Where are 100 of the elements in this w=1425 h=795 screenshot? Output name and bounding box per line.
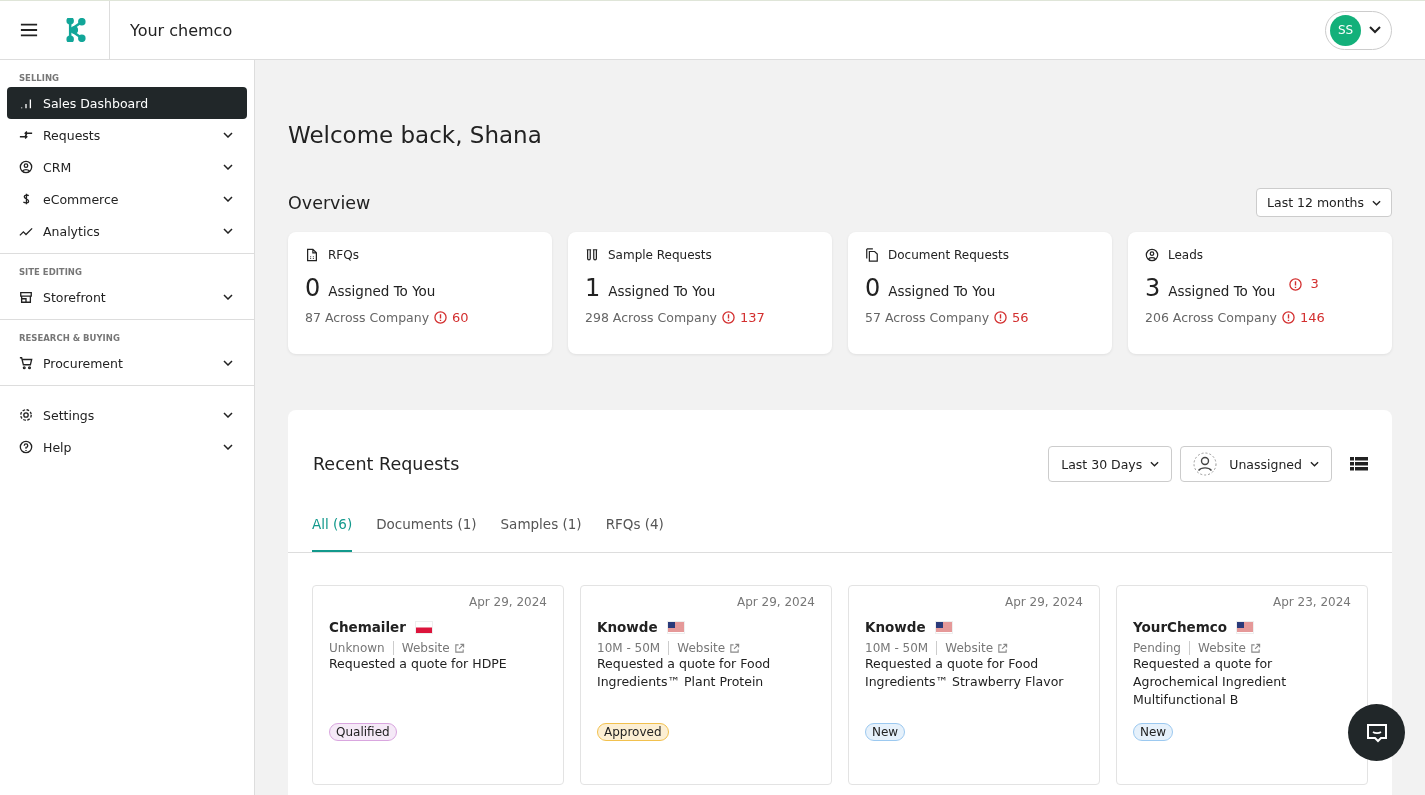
stat-label: Assigned To You bbox=[328, 283, 436, 299]
status-tag: New bbox=[1133, 723, 1174, 741]
request-date: Apr 23, 2024 bbox=[1272, 595, 1351, 609]
sidebar-item[interactable]: Sales Dashboard bbox=[7, 87, 247, 119]
chevron-down-icon bbox=[1369, 26, 1381, 34]
request-date: Apr 29, 2024 bbox=[468, 595, 547, 609]
stat-title: RFQs bbox=[328, 248, 359, 262]
stat-title: Sample Requests bbox=[608, 248, 712, 262]
request-description: Requested a quote for Food Ingredients™ Plant Protein bbox=[597, 655, 772, 691]
alert-icon bbox=[434, 311, 448, 324]
settings-icon bbox=[19, 408, 33, 422]
chevron-down-icon bbox=[1310, 461, 1319, 467]
sidebar-item[interactable]: CRM bbox=[7, 151, 247, 183]
alert-count: 146 bbox=[1300, 310, 1325, 325]
request-card[interactable]: Apr 29, 2024 Knowde 10M - 50M Website Requested a quote for Food Ingredients™ Strawberry Flavor New bbox=[848, 585, 1100, 785]
stat-title: Document Requests bbox=[888, 248, 1009, 262]
filter-tab[interactable]: All (6) bbox=[312, 502, 353, 552]
welcome-heading: Welcome back, Shana bbox=[288, 122, 543, 148]
sidebar-item[interactable]: Requests bbox=[7, 119, 247, 151]
stat-label: Assigned To You bbox=[888, 283, 996, 299]
assignee-dropdown[interactable]: Unassigned bbox=[1180, 446, 1332, 482]
company-count: 57 Across Company bbox=[865, 310, 990, 325]
stat-count: 0 bbox=[865, 274, 881, 302]
stat-card[interactable]: Sample Requests 1 Assigned To You 298 Across Company 137 bbox=[568, 232, 832, 354]
overview-heading: Overview bbox=[288, 192, 371, 213]
company-size: Pending bbox=[1133, 641, 1181, 655]
documents-icon bbox=[865, 248, 879, 262]
website-link[interactable]: Website bbox=[1198, 641, 1261, 655]
alert-icon bbox=[1282, 311, 1295, 324]
sidebar-item[interactable]: Storefront bbox=[7, 281, 247, 313]
company-name: YourChemco bbox=[1133, 619, 1228, 635]
logo-icon[interactable] bbox=[66, 18, 86, 42]
sidebar-item[interactable]: Settings bbox=[7, 399, 247, 431]
request-description: Requested a quote for HDPE bbox=[329, 655, 508, 673]
stat-label: Assigned To You bbox=[608, 283, 716, 299]
alert-icon bbox=[994, 311, 1008, 324]
stat-count: 0 bbox=[305, 274, 321, 302]
company-name: Your chemco bbox=[130, 20, 234, 40]
status-tag: Approved bbox=[597, 723, 669, 741]
website-link[interactable]: Website bbox=[945, 641, 1009, 655]
company-count: 87 Across Company bbox=[305, 310, 430, 325]
request-date: Apr 29, 2024 bbox=[736, 595, 815, 609]
website-link[interactable]: Website bbox=[677, 641, 741, 655]
sidebar-item[interactable]: eCommerce bbox=[7, 183, 247, 215]
company-size: 10M - 50M bbox=[865, 641, 929, 655]
alert-count: 60 bbox=[452, 310, 469, 325]
stat-card[interactable]: Leads 3 Assigned To You 3 206 Across Company 146 bbox=[1128, 232, 1392, 354]
alert-count: 56 bbox=[1012, 310, 1029, 325]
chevron-down-icon bbox=[1150, 461, 1160, 467]
filter-tab[interactable]: Samples (1) bbox=[500, 502, 582, 552]
help-icon bbox=[19, 440, 33, 454]
alert-count: 3 bbox=[1310, 276, 1319, 291]
company-name: Chemailer bbox=[329, 619, 406, 635]
stat-label: Assigned To You bbox=[1168, 283, 1276, 299]
external-link-icon bbox=[1249, 642, 1261, 654]
request-card[interactable]: Apr 29, 2024 Knowde 10M - 50M Website Requested a quote for Food Ingredients™ Plant Protein Approved bbox=[580, 585, 832, 785]
document-icon bbox=[305, 248, 319, 262]
filter-tab[interactable]: Documents (1) bbox=[376, 502, 477, 552]
stat-card[interactable]: Document Requests 0 Assigned To You 57 Across Company 56 bbox=[848, 232, 1112, 354]
chat-icon bbox=[1365, 722, 1388, 743]
alert-icon bbox=[1289, 278, 1303, 291]
stat-card[interactable]: RFQs 0 Assigned To You 87 Across Company 60 bbox=[288, 232, 552, 354]
request-description: Requested a quote for Agrochemical Ingredient Multifunctional B bbox=[1133, 655, 1288, 709]
sidebar-item[interactable]: Help bbox=[7, 431, 247, 463]
section-heading: SITE EDITING bbox=[18, 267, 83, 277]
list-view-icon[interactable] bbox=[1350, 457, 1368, 471]
user-circle-icon bbox=[19, 160, 33, 174]
request-description: Requested a quote for Food Ingredients™ Strawberry Flavor bbox=[865, 655, 1065, 691]
period-dropdown[interactable]: Last 30 Days bbox=[1048, 446, 1173, 482]
company-name: Knowde bbox=[597, 619, 658, 635]
user-circle-icon bbox=[1145, 248, 1159, 262]
arrows-icon bbox=[19, 128, 33, 142]
section-heading: SELLING bbox=[18, 73, 60, 83]
section-heading: RESEARCH & BUYING bbox=[18, 333, 121, 343]
chevron-down-icon bbox=[1372, 199, 1381, 206]
filter-tab[interactable]: RFQs (4) bbox=[605, 502, 664, 552]
test-tubes-icon bbox=[585, 248, 599, 262]
alert-icon bbox=[722, 311, 735, 324]
store-icon bbox=[19, 290, 33, 304]
company-size: 10M - 50M bbox=[597, 641, 661, 655]
period-dropdown[interactable]: Last 12 months bbox=[1256, 188, 1392, 217]
company-size: Unknown bbox=[329, 641, 385, 655]
stat-count: 3 bbox=[1145, 274, 1161, 302]
external-link-icon bbox=[997, 642, 1009, 654]
user-placeholder-icon bbox=[1193, 452, 1218, 476]
sidebar-item[interactable]: Analytics bbox=[7, 215, 247, 247]
sidebar-item[interactable]: Procurement bbox=[7, 347, 247, 379]
cart-icon bbox=[19, 356, 33, 370]
external-link-icon bbox=[729, 642, 741, 654]
website-link[interactable]: Website bbox=[401, 641, 465, 655]
stat-count: 1 bbox=[585, 274, 601, 302]
avatar: SS bbox=[1330, 14, 1361, 46]
external-link-icon bbox=[453, 642, 465, 654]
alert-count: 137 bbox=[740, 310, 765, 325]
company-count: 206 Across Company bbox=[1145, 310, 1277, 325]
status-tag: New bbox=[865, 723, 906, 741]
panel-title: Recent Requests bbox=[313, 454, 460, 474]
company-count: 298 Across Company bbox=[585, 310, 717, 325]
request-card[interactable]: Apr 29, 2024 Chemailer Unknown Website Requested a quote for HDPE Qualified bbox=[312, 585, 564, 785]
menu-icon[interactable] bbox=[20, 23, 38, 37]
